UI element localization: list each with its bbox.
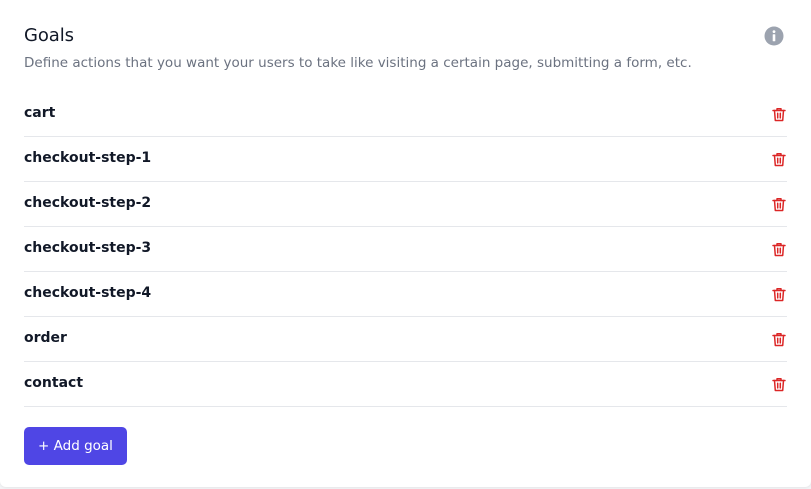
goals-card: Goals Define actions that you want your … — [0, 0, 811, 487]
goal-name: order — [24, 330, 67, 346]
trash-icon[interactable] — [771, 106, 787, 122]
goal-row: checkout-step-3 — [24, 227, 787, 272]
goal-name: checkout-step-2 — [24, 195, 152, 211]
goal-name: checkout-step-1 — [24, 150, 152, 166]
info-circle-icon[interactable] — [764, 26, 784, 46]
goal-list: cart checkout-step-1 checkout-step-2 che… — [24, 92, 787, 407]
goal-row: checkout-step-2 — [24, 182, 787, 227]
goal-name: checkout-step-3 — [24, 240, 152, 256]
goals-header: Goals Define actions that you want your … — [24, 0, 787, 72]
trash-icon[interactable] — [771, 196, 787, 212]
goal-row: checkout-step-1 — [24, 137, 787, 182]
trash-icon[interactable] — [771, 241, 787, 257]
goals-description: Define actions that you want your users … — [24, 55, 692, 71]
goal-row: checkout-step-4 — [24, 272, 787, 317]
trash-icon[interactable] — [771, 151, 787, 167]
goal-row: order — [24, 317, 787, 362]
goal-name: cart — [24, 105, 56, 121]
goals-title: Goals — [24, 25, 74, 46]
goal-row: contact — [24, 362, 787, 407]
add-goal-button[interactable]: + Add goal — [24, 427, 127, 465]
goal-name: contact — [24, 375, 84, 391]
trash-icon[interactable] — [771, 376, 787, 392]
goal-name: checkout-step-4 — [24, 285, 152, 301]
trash-icon[interactable] — [771, 331, 787, 347]
trash-icon[interactable] — [771, 286, 787, 302]
goal-row: cart — [24, 92, 787, 137]
